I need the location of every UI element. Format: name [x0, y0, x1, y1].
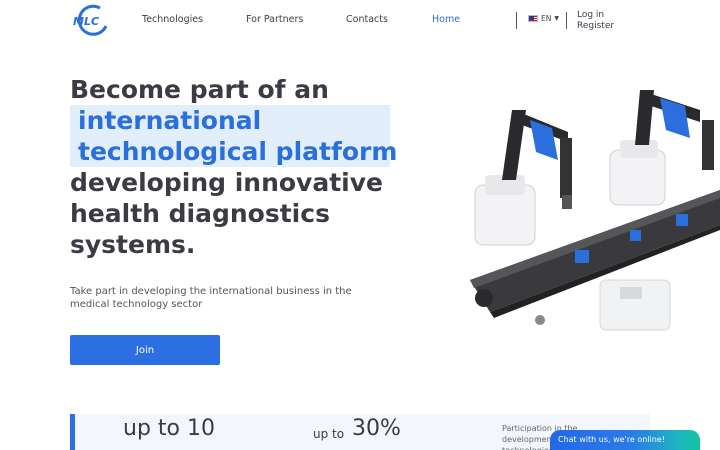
stats-accent-bar: [70, 414, 75, 450]
nav-technologies[interactable]: Technologies: [142, 14, 203, 25]
hero-title: Become part of an international technolo…: [70, 74, 397, 260]
stat-value: up to 10: [123, 416, 215, 441]
stat-more: ....: [148, 444, 165, 450]
hero-title-line: developing innovative: [70, 168, 383, 197]
nav-contacts[interactable]: Contacts: [346, 14, 388, 25]
chat-widget-button[interactable]: Chat with us, we're online!: [550, 430, 700, 450]
mlc-logo[interactable]: MLC: [70, 4, 112, 36]
auth-divider: [566, 12, 567, 29]
hero-title-line: systems.: [70, 230, 196, 259]
nav-divider: [516, 12, 517, 29]
language-selector[interactable]: EN ▼: [528, 14, 559, 23]
logo-text: MLC: [73, 15, 99, 28]
hero-title-line: health diagnostics: [70, 199, 330, 228]
register-link[interactable]: Register: [577, 21, 614, 32]
hero-title-highlight: technological platform: [78, 137, 398, 166]
join-button[interactable]: Join: [70, 335, 220, 365]
robot-arms-conveyor-illustration: [470, 90, 720, 331]
login-link[interactable]: Log in: [577, 10, 614, 21]
auth-links: Log in Register: [577, 10, 614, 32]
chevron-down-icon: ▼: [554, 15, 559, 22]
nav-home[interactable]: Home: [432, 14, 460, 25]
stat-prefix: up to: [313, 427, 345, 441]
stat-value: 30%: [352, 416, 401, 441]
hero-subtitle: Take part in developing the internationa…: [70, 286, 352, 310]
nav-for-partners[interactable]: For Partners: [246, 14, 303, 25]
hero-title-line: Become part of an: [70, 75, 329, 104]
hero-title-highlight: international: [78, 106, 262, 135]
language-code: EN: [541, 14, 552, 23]
us-flag-icon: [528, 15, 538, 22]
